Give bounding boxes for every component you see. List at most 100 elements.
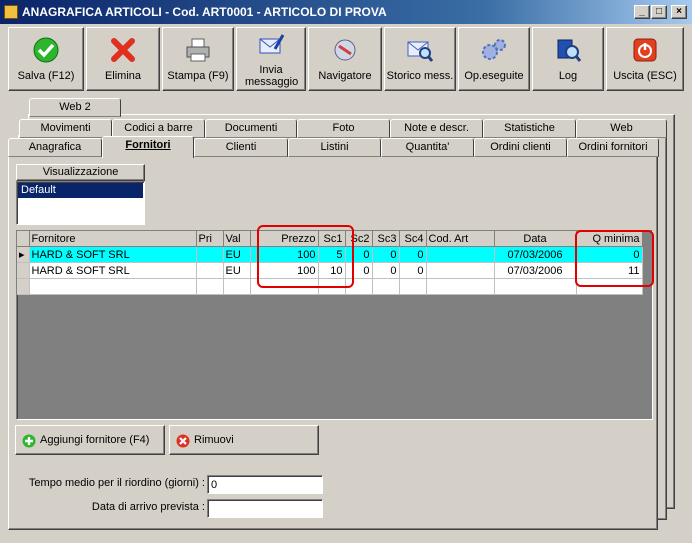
book-search-icon bbox=[557, 39, 582, 62]
x-icon bbox=[111, 38, 135, 62]
col-header-cod-art[interactable]: Cod. Art bbox=[426, 231, 495, 247]
salva-button[interactable]: Salva (F12) bbox=[8, 27, 84, 91]
col-header-sc4[interactable]: Sc4 bbox=[399, 231, 427, 247]
tab-movimenti[interactable]: Movimenti bbox=[19, 119, 112, 138]
col-header-fornitore[interactable]: Fornitore bbox=[29, 231, 197, 247]
uscita-label: Uscita (ESC) bbox=[613, 70, 677, 82]
cell-prezzo[interactable]: 100 bbox=[250, 262, 319, 279]
cell-fornitore[interactable]: HARD & SOFT SRL bbox=[29, 262, 197, 279]
row-indicator bbox=[17, 262, 30, 279]
storico-mess-button[interactable]: Storico mess. bbox=[384, 27, 456, 91]
cell-q-minima[interactable]: 0 bbox=[576, 246, 643, 263]
data-arrivo-field[interactable] bbox=[207, 499, 323, 518]
uscita-button[interactable]: Uscita (ESC) bbox=[606, 27, 684, 91]
cell-sc3[interactable]: 0 bbox=[372, 262, 400, 279]
grid-header-row: Fornitore Pri Val Prezzo Sc1 Sc2 Sc3 Sc4… bbox=[17, 231, 643, 247]
cell-pri[interactable] bbox=[196, 246, 224, 263]
tempo-riordino-field[interactable] bbox=[207, 475, 323, 494]
cell-data[interactable]: 07/03/2006 bbox=[494, 262, 577, 279]
col-header-sc3[interactable]: Sc3 bbox=[372, 231, 400, 247]
cell-cod-art[interactable] bbox=[426, 246, 495, 263]
col-header-val[interactable]: Val bbox=[223, 231, 251, 247]
data-arrivo-label: Data di arrivo prevista : bbox=[91, 501, 205, 513]
cell-sc3[interactable]: 0 bbox=[372, 246, 400, 263]
tab-ordini-clienti[interactable]: Ordini clienti bbox=[474, 138, 567, 157]
tab-fornitori[interactable]: Fornitori bbox=[102, 136, 194, 158]
row-indicator-header bbox=[17, 231, 30, 247]
cell-prezzo[interactable]: 100 bbox=[250, 246, 319, 263]
cell-sc4[interactable]: 0 bbox=[399, 246, 427, 263]
tab-web-2[interactable]: Web 2 bbox=[29, 98, 121, 117]
col-header-prezzo[interactable]: Prezzo bbox=[250, 231, 319, 247]
compass-icon bbox=[334, 39, 356, 61]
cell-val[interactable]: EU bbox=[223, 262, 251, 279]
col-header-data[interactable]: Data bbox=[494, 231, 577, 247]
invia-messaggio-label: Invia messaggio bbox=[245, 64, 299, 88]
minimize-button[interactable]: _ bbox=[634, 5, 650, 19]
tab-quantita[interactable]: Quantita' bbox=[381, 138, 474, 157]
tab-anagrafica[interactable]: Anagrafica bbox=[8, 138, 102, 157]
tab-foto[interactable]: Foto bbox=[297, 119, 390, 138]
cell-sc4[interactable]: 0 bbox=[399, 262, 427, 279]
tab-documenti[interactable]: Documenti bbox=[205, 119, 297, 138]
log-button[interactable]: Log bbox=[532, 27, 604, 91]
cell-fornitore[interactable]: HARD & SOFT SRL bbox=[29, 246, 197, 263]
tempo-riordino-label: Tempo medio per il riordino (giorni) : bbox=[28, 477, 205, 489]
app-icon bbox=[4, 5, 18, 19]
op-eseguite-label: Op.eseguite bbox=[464, 70, 524, 82]
remove-icon bbox=[176, 434, 190, 448]
table-row[interactable]: ▸ HARD & SOFT SRL EU 100 5 0 0 0 07/03/2… bbox=[17, 246, 643, 263]
visualizzazione-header: Visualizzazione bbox=[16, 164, 145, 181]
tab-clienti[interactable]: Clienti bbox=[194, 138, 288, 157]
close-button[interactable]: × bbox=[671, 5, 687, 19]
list-item-default[interactable]: Default bbox=[18, 183, 143, 198]
tab-web[interactable]: Web bbox=[576, 119, 667, 138]
rimuovi-label: Rimuovi bbox=[194, 434, 234, 446]
toolbar: Salva (F12) Elimina Stampa (F9) Invia me… bbox=[8, 27, 684, 93]
stampa-label: Stampa (F9) bbox=[167, 70, 229, 82]
cell-sc1[interactable]: 10 bbox=[318, 262, 346, 279]
table-row-empty[interactable] bbox=[17, 278, 643, 295]
aggiungi-fornitore-label: Aggiungi fornitore (F4) bbox=[40, 434, 150, 446]
salva-label: Salva (F12) bbox=[17, 70, 75, 82]
cell-data[interactable]: 07/03/2006 bbox=[494, 246, 577, 263]
log-label: Log bbox=[558, 70, 578, 82]
aggiungi-fornitore-button[interactable]: Aggiungi fornitore (F4) bbox=[15, 425, 165, 455]
window-title: ANAGRAFICA ARTICOLI - Cod. ART0001 - ART… bbox=[22, 5, 387, 19]
storico-mess-label: Storico mess. bbox=[386, 70, 454, 82]
cell-val[interactable]: EU bbox=[223, 246, 251, 263]
cell-sc2[interactable]: 0 bbox=[345, 246, 373, 263]
plus-icon bbox=[22, 434, 36, 448]
col-header-sc1[interactable]: Sc1 bbox=[318, 231, 346, 247]
table-row[interactable]: HARD & SOFT SRL EU 100 10 0 0 0 07/03/20… bbox=[17, 262, 643, 279]
col-header-pri[interactable]: Pri bbox=[196, 231, 224, 247]
tab-note-e-descr[interactable]: Note e descr. bbox=[390, 119, 483, 138]
fornitori-grid[interactable]: Fornitore Pri Val Prezzo Sc1 Sc2 Sc3 Sc4… bbox=[16, 230, 653, 420]
cell-cod-art[interactable] bbox=[426, 262, 495, 279]
col-header-sc2[interactable]: Sc2 bbox=[345, 231, 373, 247]
gears-icon bbox=[482, 39, 506, 60]
rimuovi-button[interactable]: Rimuovi bbox=[169, 425, 319, 455]
cell-q-minima[interactable]: 11 bbox=[576, 262, 643, 279]
cell-pri[interactable] bbox=[196, 262, 224, 279]
envelope-search-icon bbox=[407, 41, 434, 62]
navigatore-label: Navigatore bbox=[318, 70, 372, 82]
invia-messaggio-button[interactable]: Invia messaggio bbox=[236, 27, 306, 91]
op-eseguite-button[interactable]: Op.eseguite bbox=[458, 27, 530, 91]
cell-sc1[interactable]: 5 bbox=[318, 246, 346, 263]
stampa-button[interactable]: Stampa (F9) bbox=[162, 27, 234, 91]
row-indicator: ▸ bbox=[17, 246, 30, 263]
tab-listini[interactable]: Listini bbox=[288, 138, 381, 157]
visualizzazione-list[interactable]: Default bbox=[16, 181, 145, 225]
elimina-button[interactable]: Elimina bbox=[86, 27, 160, 91]
maximize-button[interactable]: □ bbox=[651, 5, 667, 19]
printer-icon bbox=[186, 38, 210, 62]
tab-statistiche[interactable]: Statistiche bbox=[483, 119, 576, 138]
envelope-pen-icon bbox=[259, 34, 285, 54]
check-icon bbox=[33, 37, 59, 63]
col-header-q-minima[interactable]: Q minima bbox=[576, 231, 643, 247]
cell-sc2[interactable]: 0 bbox=[345, 262, 373, 279]
tab-ordini-fornitori[interactable]: Ordini fornitori bbox=[567, 138, 659, 157]
elimina-label: Elimina bbox=[104, 70, 142, 82]
navigatore-button[interactable]: Navigatore bbox=[308, 27, 382, 91]
